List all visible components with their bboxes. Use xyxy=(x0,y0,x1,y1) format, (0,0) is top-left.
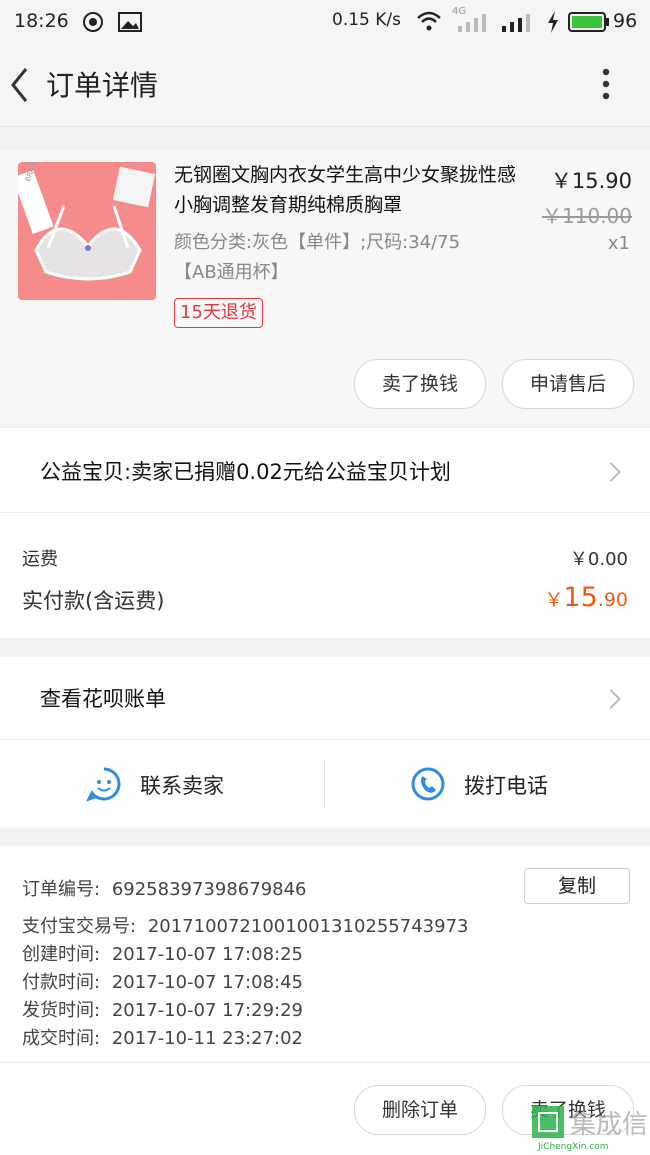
paid-time-line: 付款时间: 2017-10-07 17:08:45 xyxy=(22,968,303,994)
shipped-label: 发货时间: xyxy=(22,1000,101,1021)
watermark-url: JiChengXin.com xyxy=(538,1142,609,1152)
done-label: 成交时间: xyxy=(22,1028,101,1049)
top-bar: 订单详情 xyxy=(0,44,650,127)
watermark-text: 集成信 xyxy=(570,1110,649,1140)
product-quantity: x1 xyxy=(607,233,630,254)
done-time: 2017-10-11 23:27:02 xyxy=(111,1028,303,1049)
wifi-icon xyxy=(417,11,441,31)
signal-icon-sim2 xyxy=(502,14,530,32)
chat-bubble-icon xyxy=(86,767,121,802)
paid-time: 2017-10-07 17:08:45 xyxy=(111,972,303,993)
alipay-label: 支付宝交易号: xyxy=(22,916,137,937)
alipay-number: 2017100721001001310255743973 xyxy=(147,916,469,937)
huabei-text: 查看花呗账单 xyxy=(40,687,166,711)
paid-main: 15 xyxy=(563,582,598,613)
copy-button[interactable]: 复制 xyxy=(524,868,630,904)
paid-decimal: .90 xyxy=(597,589,628,611)
return-policy-badge: 15天退货 xyxy=(174,298,263,328)
shipping-value: ￥0.00 xyxy=(569,549,628,570)
created-line: 创建时间: 2017-10-07 17:08:25 xyxy=(22,940,303,966)
page-title: 订单详情 xyxy=(46,69,159,102)
watermark: 集成信 JiChengXin.com xyxy=(530,1100,650,1155)
call-button[interactable]: 拨打电话 xyxy=(404,762,604,806)
charity-text: 公益宝贝:卖家已捐赠0.02元给公益宝贝计划 xyxy=(40,460,451,484)
paid-label: 实付款(含运费) xyxy=(22,589,165,613)
battery-percentage: 96 xyxy=(613,10,638,32)
status-bar: 18:26 0.15 K/s 4G 96 xyxy=(0,0,650,44)
product-original-price: ￥110.00 xyxy=(542,204,632,228)
shipped-time: 2017-10-07 17:29:29 xyxy=(111,1000,303,1021)
paid-currency: ￥ xyxy=(544,589,564,611)
sell-button[interactable]: 卖了换钱 xyxy=(354,359,486,409)
created-label: 创建时间: xyxy=(22,944,101,965)
shipped-line: 发货时间: 2017-10-07 17:29:29 xyxy=(22,996,303,1022)
phone-icon xyxy=(411,767,445,801)
shutter-icon xyxy=(83,12,103,32)
signal-icon-sim1 xyxy=(458,14,486,32)
back-arrow-icon[interactable] xyxy=(8,66,32,104)
order-number: 692583973986798​46 xyxy=(111,879,307,900)
product-price: ￥15.90 xyxy=(550,169,632,193)
divider xyxy=(324,760,325,808)
contact-seller-button[interactable]: 联系卖家 xyxy=(80,762,280,806)
fees-section xyxy=(0,513,650,638)
product-sku: 颜色分类:灰色【单件】;尺码:34/75【AB通用杯】 xyxy=(174,232,461,283)
charging-icon xyxy=(548,11,558,33)
network-speed: 0.15 K/s xyxy=(332,10,401,30)
product-image[interactable]: BRA SUDDEN xyxy=(18,162,156,300)
call-label: 拨打电话 xyxy=(464,774,548,798)
status-time: 18:26 xyxy=(14,10,69,32)
done-line: 成交时间: 2017-10-11 23:27:02 xyxy=(22,1024,303,1050)
image-icon xyxy=(118,12,142,32)
created-time: 2017-10-07 17:08:25 xyxy=(111,944,303,965)
order-number-label: 订单编号: xyxy=(22,879,101,900)
delete-order-button[interactable]: 删除订单 xyxy=(354,1085,486,1135)
more-options-icon[interactable] xyxy=(598,66,614,106)
battery-icon xyxy=(568,12,609,32)
paid-time-label: 付款时间: xyxy=(22,972,101,993)
paid-amount: ￥15.90 xyxy=(544,582,628,613)
after-sale-button[interactable]: 申请售后 xyxy=(502,359,634,409)
shipping-label: 运费 xyxy=(22,549,58,570)
product-title[interactable]: 无钢圈文胸内衣女学生高中少女聚拢性感小胸调整发育期纯棉质胸罩 xyxy=(174,160,529,220)
alipay-line: 支付宝交易号: 2017100721001001310255743973 xyxy=(22,912,468,938)
order-number-line: 订单编号: 692583973986798​46 xyxy=(22,875,307,901)
contact-seller-label: 联系卖家 xyxy=(140,774,224,798)
